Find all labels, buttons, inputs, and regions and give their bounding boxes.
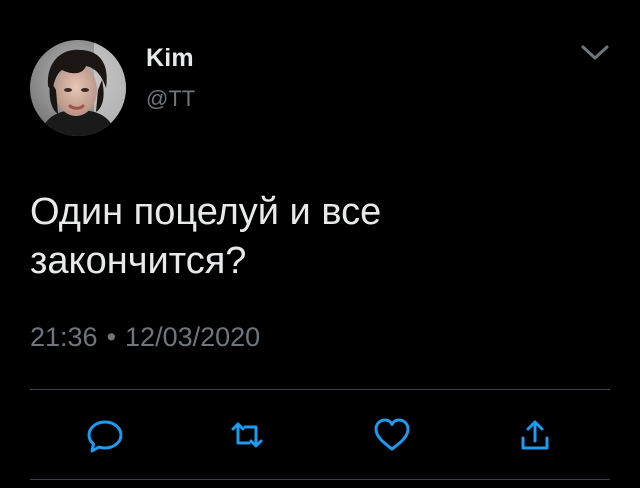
divider	[30, 389, 610, 390]
author-display-name[interactable]: Kim	[146, 44, 194, 73]
reply-icon	[87, 420, 123, 453]
avatar[interactable]	[30, 40, 126, 136]
share-icon	[521, 420, 549, 450]
tweet-date: 12/03/2020	[125, 322, 261, 352]
more-options-button[interactable]	[578, 40, 612, 66]
chevron-down-icon	[581, 45, 609, 60]
like-button[interactable]	[372, 415, 412, 455]
retweet-icon	[231, 422, 263, 448]
reply-button[interactable]	[85, 415, 125, 455]
share-button[interactable]	[515, 415, 555, 455]
retweet-button[interactable]	[227, 415, 267, 455]
timestamp-separator: •	[106, 322, 117, 352]
tweet-time: 21:36	[30, 322, 98, 352]
divider	[30, 479, 610, 480]
author-handle[interactable]: @TT	[146, 86, 195, 112]
heart-icon	[374, 418, 410, 451]
tweet-text: Один поцелуй и все закончится?	[30, 191, 382, 282]
tweet-timestamp[interactable]: 21:36 • 12/03/2020	[30, 322, 260, 353]
tweet-card[interactable]: Kim @TT Один поцелуй и все закончится? 2…	[0, 0, 640, 488]
avatar-image	[30, 40, 126, 136]
